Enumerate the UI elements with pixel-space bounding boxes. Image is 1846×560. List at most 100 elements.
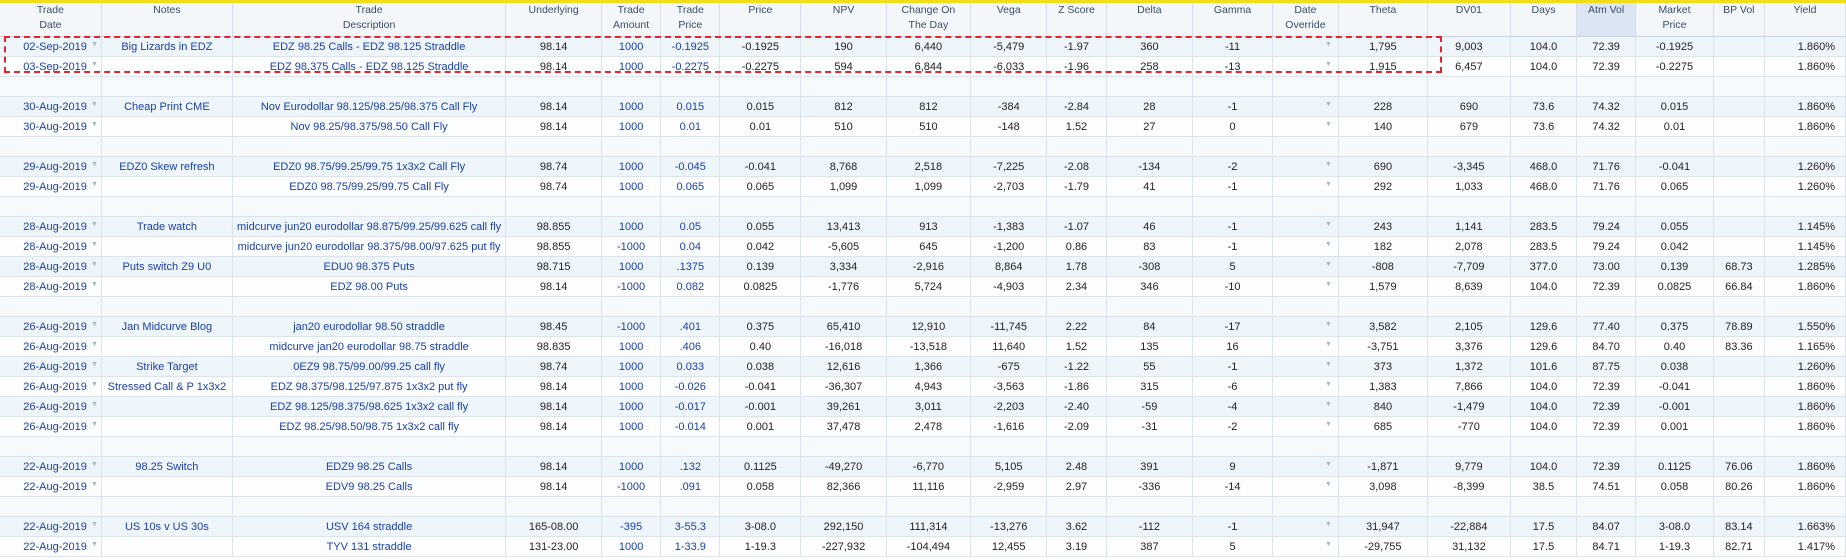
chevron-down-icon[interactable]: ▼ bbox=[91, 321, 98, 328]
cell-trade-date[interactable]: 29-Aug-2019 ▼ bbox=[0, 156, 102, 177]
cell-npv[interactable]: 8,768 bbox=[800, 156, 887, 177]
cell-notes[interactable] bbox=[101, 236, 233, 257]
cell-price[interactable]: 0.01 bbox=[719, 116, 802, 137]
cell-trade-date[interactable]: 22-Aug-2019 ▼ bbox=[0, 516, 102, 537]
chevron-down-icon[interactable]: ▼ bbox=[1325, 481, 1332, 488]
cell-price[interactable]: 0.055 bbox=[719, 216, 802, 237]
column-header-z-score[interactable]: Z Score bbox=[1046, 3, 1107, 37]
cell-z-score[interactable]: 0.86 bbox=[1046, 236, 1107, 257]
chevron-down-icon[interactable]: ▼ bbox=[1325, 61, 1332, 68]
cell-underlying[interactable]: 98.74 bbox=[505, 356, 602, 377]
cell-change-on-day[interactable]: -13,518 bbox=[886, 336, 972, 357]
cell-npv[interactable]: 13,413 bbox=[800, 216, 887, 237]
cell-gamma[interactable]: -2 bbox=[1192, 416, 1273, 437]
cell-change-on-day[interactable]: 3,011 bbox=[886, 396, 972, 417]
cell-trade-price[interactable]: -0.014 bbox=[660, 416, 721, 437]
cell-vega[interactable]: -2,959 bbox=[970, 476, 1048, 497]
cell-date-override[interactable]: ▼ bbox=[1272, 536, 1339, 557]
cell-atm-vol[interactable]: 74.51 bbox=[1576, 476, 1637, 497]
cell-change-on-day[interactable]: 6,440 bbox=[886, 36, 972, 57]
cell-underlying[interactable]: 131-23.00 bbox=[505, 536, 602, 557]
cell-trade-price[interactable]: 1-33.9 bbox=[660, 536, 721, 557]
cell-trade-desc[interactable]: EDZ 98.25 Calls - EDZ 98.125 Straddle bbox=[232, 36, 507, 57]
cell-bp-vol[interactable] bbox=[1713, 56, 1765, 77]
cell-delta[interactable]: 84 bbox=[1106, 316, 1194, 337]
cell-price[interactable]: 0.40 bbox=[719, 336, 802, 357]
cell-gamma[interactable]: -11 bbox=[1192, 36, 1273, 57]
cell-trade-amount[interactable]: 1000 bbox=[601, 156, 662, 177]
cell-market-price[interactable]: 0.015 bbox=[1635, 96, 1714, 117]
chevron-down-icon[interactable]: ▼ bbox=[91, 41, 98, 48]
column-header-dv01[interactable]: DV01 bbox=[1427, 3, 1511, 37]
cell-vega[interactable]: -13,276 bbox=[970, 516, 1048, 537]
cell-date-override[interactable]: ▼ bbox=[1272, 416, 1339, 437]
cell-trade-price[interactable]: -0.1925 bbox=[660, 36, 721, 57]
cell-vega[interactable]: -6,033 bbox=[970, 56, 1048, 77]
cell-theta[interactable]: 685 bbox=[1338, 416, 1428, 437]
chevron-down-icon[interactable]: ▼ bbox=[91, 481, 98, 488]
chevron-down-icon[interactable]: ▼ bbox=[91, 261, 98, 268]
cell-change-on-day[interactable]: 913 bbox=[886, 216, 972, 237]
table-row[interactable]: 26-Aug-2019 ▼ EDZ 98.125/98.375/98.625 1x3… bbox=[0, 396, 1846, 417]
cell-days[interactable]: 283.5 bbox=[1510, 216, 1578, 237]
cell-yield[interactable]: 1.860% bbox=[1764, 456, 1846, 477]
cell-price[interactable]: 3-08.0 bbox=[719, 516, 802, 537]
cell-trade-price[interactable]: 0.033 bbox=[660, 356, 721, 377]
cell-trade-amount[interactable]: 1000 bbox=[601, 96, 662, 117]
cell-trade-date[interactable]: 30-Aug-2019 ▼ bbox=[0, 96, 102, 117]
cell-yield[interactable]: 1.145% bbox=[1764, 216, 1846, 237]
cell-notes[interactable]: Puts switch Z9 U0 bbox=[101, 256, 233, 277]
cell-atm-vol[interactable]: 84.07 bbox=[1576, 516, 1637, 537]
table-row[interactable]: 29-Aug-2019 ▼ EDZ0 98.75/99.25/99.75 Call … bbox=[0, 176, 1846, 197]
cell-atm-vol[interactable]: 74.32 bbox=[1576, 116, 1637, 137]
cell-underlying[interactable]: 98.14 bbox=[505, 396, 602, 417]
cell-notes[interactable] bbox=[101, 276, 233, 297]
cell-theta[interactable]: 3,582 bbox=[1338, 316, 1428, 337]
cell-bp-vol[interactable]: 66.84 bbox=[1713, 276, 1765, 297]
cell-vega[interactable]: 11,640 bbox=[970, 336, 1048, 357]
cell-dv01[interactable]: -3,345 bbox=[1427, 156, 1511, 177]
cell-change-on-day[interactable]: 510 bbox=[886, 116, 972, 137]
cell-trade-amount[interactable]: 1000 bbox=[601, 356, 662, 377]
cell-atm-vol[interactable]: 72.39 bbox=[1576, 56, 1637, 77]
cell-price[interactable]: 0.375 bbox=[719, 316, 802, 337]
cell-z-score[interactable]: 3.19 bbox=[1046, 536, 1107, 557]
cell-z-score[interactable]: 1.52 bbox=[1046, 116, 1107, 137]
cell-trade-desc[interactable]: 0EZ9 98.75/99.00/99.25 call fly bbox=[232, 356, 507, 377]
cell-gamma[interactable]: -14 bbox=[1192, 476, 1273, 497]
cell-npv[interactable]: 3,334 bbox=[800, 256, 887, 277]
cell-yield[interactable]: 1.165% bbox=[1764, 336, 1846, 357]
cell-trade-desc[interactable]: EDZ 98.375/98.125/97.875 1x3x2 put fly bbox=[232, 376, 507, 397]
cell-delta[interactable]: 391 bbox=[1106, 456, 1194, 477]
cell-npv[interactable]: 37,478 bbox=[800, 416, 887, 437]
cell-market-price[interactable]: 0.001 bbox=[1635, 416, 1714, 437]
cell-notes[interactable]: EDZ0 Skew refresh bbox=[101, 156, 233, 177]
cell-gamma[interactable]: 5 bbox=[1192, 256, 1273, 277]
cell-trade-date[interactable]: 28-Aug-2019 ▼ bbox=[0, 216, 102, 237]
cell-days[interactable]: 17.5 bbox=[1510, 536, 1578, 557]
chevron-down-icon[interactable]: ▼ bbox=[1325, 41, 1332, 48]
table-row[interactable]: 28-Aug-2019 ▼ EDZ 98.00 Puts 98.14 -1000 0.08… bbox=[0, 276, 1846, 297]
cell-dv01[interactable]: 690 bbox=[1427, 96, 1511, 117]
cell-notes[interactable]: Cheap Print CME bbox=[101, 96, 233, 117]
cell-bp-vol[interactable]: 83.36 bbox=[1713, 336, 1765, 357]
cell-npv[interactable]: 812 bbox=[800, 96, 887, 117]
cell-date-override[interactable]: ▼ bbox=[1272, 96, 1339, 117]
cell-atm-vol[interactable]: 72.39 bbox=[1576, 276, 1637, 297]
column-header-market-price[interactable]: Market Price bbox=[1635, 3, 1714, 37]
cell-days[interactable]: 377.0 bbox=[1510, 256, 1578, 277]
chevron-down-icon[interactable]: ▼ bbox=[1325, 181, 1332, 188]
cell-bp-vol[interactable] bbox=[1713, 376, 1765, 397]
cell-price[interactable]: 0.038 bbox=[719, 356, 802, 377]
column-header-price[interactable]: Price bbox=[719, 3, 802, 37]
cell-price[interactable]: 0.015 bbox=[719, 96, 802, 117]
cell-z-score[interactable]: -1.79 bbox=[1046, 176, 1107, 197]
cell-npv[interactable]: 1,099 bbox=[800, 176, 887, 197]
cell-trade-price[interactable]: .1375 bbox=[660, 256, 721, 277]
cell-change-on-day[interactable]: 812 bbox=[886, 96, 972, 117]
cell-trade-date[interactable]: 02-Sep-2019 ▼ bbox=[0, 36, 102, 57]
cell-notes[interactable]: Strike Target bbox=[101, 356, 233, 377]
cell-atm-vol[interactable]: 72.39 bbox=[1576, 456, 1637, 477]
cell-trade-price[interactable]: 0.065 bbox=[660, 176, 721, 197]
cell-underlying[interactable]: 98.14 bbox=[505, 36, 602, 57]
